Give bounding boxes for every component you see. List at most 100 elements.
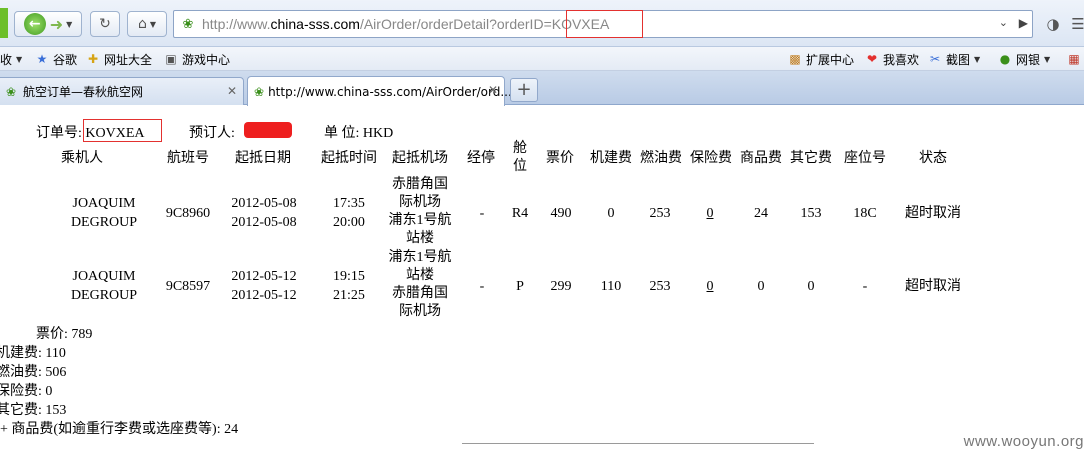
flight-dates: 2012-05-12 2012-05-12 (231, 269, 297, 303)
tab-order-page[interactable]: ❀ 航空订单—春秋航空网 ✕ (0, 77, 244, 105)
tab-order-detail[interactable]: ❀ http://www.china-sss.com/AirOrder/ord.… (247, 76, 512, 106)
header-airport: 起抵机场 (392, 151, 448, 166)
chevron-down-icon[interactable]: ▼ (150, 20, 156, 29)
other-fee: 0 (807, 279, 815, 294)
header-seat: 座位号 (844, 151, 886, 166)
flight-number: 9C8960 (165, 206, 211, 221)
flight-number: 9C8597 (165, 279, 211, 294)
passenger-name: JOAQUIM DEGROUP (70, 196, 138, 230)
flight-airports: 赤腊角国 际机场 浦东1号航 站楼 (388, 177, 452, 246)
back-arrow-icon[interactable]: ← (23, 13, 46, 35)
online-banking-button[interactable]: ● 网银 ▼ (997, 50, 1050, 68)
header-fare: 票价 (546, 151, 574, 166)
bookmark-sites[interactable]: ✚ 网址大全 (85, 50, 152, 68)
header-time: 起抵时间 (321, 151, 377, 166)
bookmark-google[interactable]: ★ 谷歌 (34, 50, 77, 68)
plus-icon: + (516, 79, 532, 100)
header-date: 起抵日期 (235, 151, 291, 166)
header-goods: 商品费 (740, 151, 782, 166)
extension-icon: ▩ (789, 52, 801, 66)
flight-airports: 浦东1号航 站楼 赤腊角国 际机场 (388, 250, 452, 319)
fare: 299 (550, 279, 572, 294)
grid-icon: ▦ (1068, 52, 1080, 66)
booker-name-redacted (244, 122, 292, 138)
bookmarks-bar: 收 ▼ ★ 谷歌 ✚ 网址大全 ▣ 游戏中心 ▩ 扩展中心 ❤ 我喜欢 ✂ 截图 ▼ ● 网银 ▼ … (0, 47, 1084, 71)
chevron-down-icon[interactable]: ▼ (1044, 55, 1050, 64)
bookmark-games[interactable]: ▣ 游戏中心 (163, 50, 230, 68)
menu-icon[interactable]: ☰ (1065, 11, 1084, 37)
go-icon[interactable]: ▶ (1019, 16, 1028, 30)
summary-goods: + 商品费(如逾重行李费或选座费等): 24 (0, 422, 239, 437)
currency-unit: 单 位: HKD (324, 126, 394, 141)
chevron-down-icon[interactable]: ▼ (16, 55, 22, 64)
screenshot-button[interactable]: ✂ 截图 ▼ (927, 50, 980, 68)
browser-toolbar: ← ➜ ▼ ↻ ⌂ ▼ ❀ http://www.china-sss.com/A… (0, 0, 1084, 47)
order-status: 超时取消 (905, 279, 961, 294)
refresh-icon: ↻ (99, 16, 111, 32)
insurance-link[interactable]: 0 (692, 204, 728, 223)
home-icon: ⌂ (137, 16, 147, 32)
booker-label: 预订人: (189, 126, 235, 141)
passenger-name: JOAQUIM DEGROUP (70, 269, 138, 303)
fuel-surcharge: 253 (649, 206, 671, 221)
seat-number: 18C (853, 206, 877, 221)
close-icon[interactable]: ✕ (488, 83, 498, 97)
order-id-highlight-box (566, 10, 643, 38)
other-fee: 153 (800, 206, 822, 221)
back-forward-button[interactable]: ← ➜ ▼ (14, 11, 82, 37)
header-airport-fee: 机建费 (590, 151, 632, 166)
gamepad-icon: ▣ (165, 52, 177, 66)
cabin-class: R4 (511, 206, 529, 221)
order-status: 超时取消 (905, 206, 961, 221)
header-stopover: 经停 (467, 151, 495, 166)
header-status: 状态 (919, 151, 947, 166)
watermark: www.wooyun.org (963, 433, 1084, 450)
header-flight: 航班号 (167, 151, 209, 166)
shield-icon[interactable]: ◑ (1040, 11, 1066, 37)
home-button[interactable]: ⌂ ▼ (127, 11, 167, 37)
summary-insurance: 保险费: 0 (0, 384, 53, 399)
goods-fee: 0 (757, 279, 765, 294)
goods-fee: 24 (754, 206, 768, 221)
order-number-highlight-box (83, 119, 162, 142)
grid-button[interactable]: ▦ (1066, 50, 1084, 68)
site-favicon-icon: ❀ (5, 84, 17, 99)
site-favicon-icon: ❀ (182, 17, 194, 32)
chevron-down-icon[interactable]: ▼ (974, 55, 980, 64)
new-tab-button[interactable]: + (510, 78, 538, 102)
stopover: - (479, 279, 485, 294)
chevron-down-icon[interactable]: ▼ (66, 20, 72, 29)
stopover: - (479, 206, 485, 221)
extensions-button[interactable]: ▩ 扩展中心 (787, 50, 854, 68)
scissors-icon: ✂ (929, 52, 941, 66)
forward-arrow-icon[interactable]: ➜ (50, 15, 63, 34)
summary-airport-fee: 机建费: 110 (0, 346, 66, 361)
header-other: 其它费 (790, 151, 832, 166)
summary-other: 其它费: 153 (0, 403, 67, 418)
flight-dates: 2012-05-08 2012-05-08 (231, 196, 297, 230)
bookmark-item[interactable]: 收 ▼ (0, 50, 22, 68)
google-icon: ★ (36, 52, 48, 66)
refresh-button[interactable]: ↻ (90, 11, 120, 37)
site-favicon-icon: ❀ (254, 84, 265, 99)
favorites-button[interactable]: ❤ 我喜欢 (864, 50, 919, 68)
header-fuel: 燃油费 (640, 151, 682, 166)
insurance-link[interactable]: 0 (692, 277, 728, 296)
window-edge (0, 8, 8, 38)
address-dropdown-icon[interactable]: ⌄ (999, 16, 1008, 29)
close-icon[interactable]: ✕ (227, 84, 237, 98)
sites-icon: ✚ (87, 52, 99, 66)
flight-times: 19:15 21:25 (333, 269, 365, 303)
heart-icon: ❤ (866, 52, 878, 66)
seat-number: - (862, 279, 868, 294)
airport-fee: 110 (600, 279, 622, 294)
bank-icon: ● (999, 52, 1011, 66)
bookmark-cut-icon: 收 (0, 52, 13, 67)
flight-times: 17:35 20:00 (333, 196, 365, 230)
url-text[interactable]: http://www.china-sss.com/AirOrder/orderD… (202, 16, 609, 32)
horizontal-rule (462, 443, 814, 444)
airport-fee: 0 (607, 206, 615, 221)
summary-fuel: 燃油费: 506 (0, 365, 67, 380)
summary-fare: 票价: 789 (36, 327, 93, 342)
fuel-surcharge: 253 (649, 279, 671, 294)
